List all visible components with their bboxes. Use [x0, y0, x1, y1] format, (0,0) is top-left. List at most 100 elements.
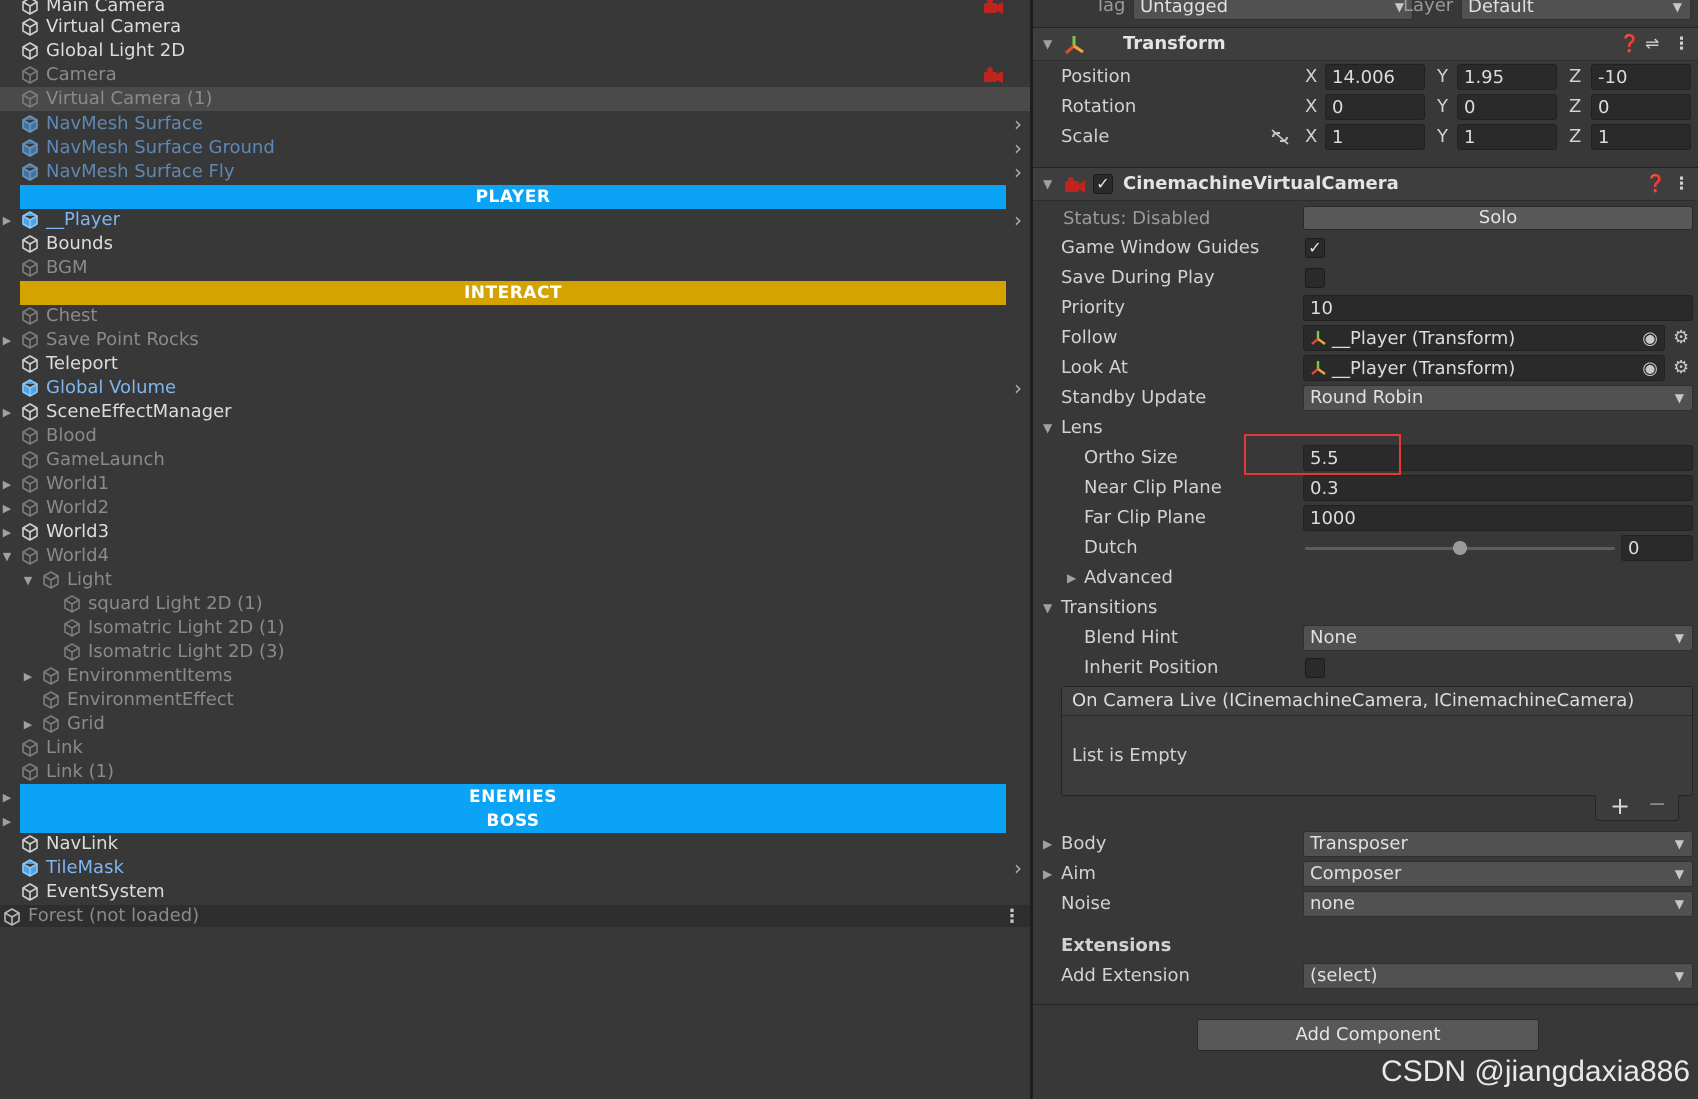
hierarchy-row[interactable]: GameLaunch: [0, 448, 1030, 472]
solo-button[interactable]: Solo: [1303, 206, 1693, 230]
hierarchy-row[interactable]: PLAYER: [0, 185, 1030, 209]
hierarchy-row[interactable]: ▶ World1: [0, 472, 1030, 496]
hierarchy-row[interactable]: Blood: [0, 424, 1030, 448]
hierarchy-row[interactable]: squard Light 2D (1): [0, 592, 1030, 616]
kebab-menu-icon[interactable]: ⋮: [1673, 28, 1690, 60]
rotation-z-field[interactable]: 0: [1591, 94, 1691, 120]
hierarchy-row[interactable]: ▶ ENEMIES: [0, 784, 1030, 810]
follow-object-field[interactable]: __Player (Transform) ◉: [1303, 325, 1665, 351]
foldout-right-icon[interactable]: ▶: [1043, 860, 1052, 888]
standby-dropdown[interactable]: Round Robin ▼: [1303, 385, 1693, 411]
save-during-play-checkbox[interactable]: [1305, 268, 1325, 288]
hierarchy-row[interactable]: NavMesh Surface Ground ›: [0, 136, 1030, 160]
foldout-right-icon[interactable]: ▶: [21, 666, 35, 686]
foldout-right-icon[interactable]: ▶: [0, 210, 14, 230]
add-extension-dropdown[interactable]: (select) ▼: [1303, 963, 1693, 989]
hierarchy-row[interactable]: Virtual Camera (1): [0, 87, 1030, 111]
look-at-object-field[interactable]: __Player (Transform) ◉: [1303, 355, 1665, 381]
transform-header[interactable]: ▼ Transform ❓ ⇌ ⋮: [1033, 27, 1698, 61]
body-dropdown[interactable]: Transposer ▼: [1303, 831, 1693, 857]
gear-icon[interactable]: ⚙: [1673, 324, 1689, 352]
hierarchy-row[interactable]: Camera: [0, 63, 1030, 87]
foldout-down-icon[interactable]: ▼: [0, 546, 14, 566]
tag-dropdown[interactable]: Untagged ▼: [1133, 0, 1413, 20]
far-clip-field[interactable]: 1000: [1303, 505, 1693, 531]
help-icon[interactable]: ❓: [1619, 28, 1640, 60]
hierarchy-row[interactable]: ▶ Grid: [0, 712, 1030, 736]
hierarchy-row[interactable]: Link (1): [0, 760, 1030, 784]
add-component-button[interactable]: Add Component: [1197, 1019, 1539, 1051]
object-picker-icon[interactable]: ◉: [1642, 326, 1658, 350]
hierarchy-row[interactable]: EnvironmentEffect: [0, 688, 1030, 712]
position-x-field[interactable]: 14.006: [1325, 64, 1425, 90]
hierarchy-row[interactable]: ▶ BOSS: [0, 809, 1030, 833]
scale-y-field[interactable]: 1: [1457, 124, 1557, 150]
chevron-right-icon[interactable]: ›: [1010, 856, 1026, 880]
hierarchy-row[interactable]: EventSystem: [0, 880, 1030, 904]
foldout-right-icon[interactable]: ▶: [1043, 830, 1052, 858]
game-window-guides-checkbox[interactable]: ✓: [1305, 238, 1325, 258]
foldout-right-icon[interactable]: ▶: [1067, 564, 1076, 592]
hierarchy-row[interactable]: ▶ SceneEffectManager: [0, 400, 1030, 424]
hierarchy-row[interactable]: NavMesh Surface ›: [0, 112, 1030, 136]
hierarchy-row[interactable]: Chest: [0, 304, 1030, 328]
hierarchy-row[interactable]: ▶ __Player ›: [0, 208, 1030, 232]
foldout-right-icon[interactable]: ▶: [0, 402, 14, 422]
hierarchy-row[interactable]: NavLink: [0, 832, 1030, 856]
hierarchy-row[interactable]: Global Light 2D: [0, 39, 1030, 63]
rotation-y-field[interactable]: 0: [1457, 94, 1557, 120]
noise-dropdown[interactable]: none ▼: [1303, 891, 1693, 917]
hierarchy-row[interactable]: BGM: [0, 256, 1030, 280]
help-icon[interactable]: ❓: [1645, 168, 1666, 200]
scale-x-field[interactable]: 1: [1325, 124, 1425, 150]
object-picker-icon[interactable]: ◉: [1642, 356, 1658, 380]
foldout-down-icon[interactable]: ▼: [1043, 414, 1052, 442]
hierarchy-row[interactable]: Global Volume ›: [0, 376, 1030, 400]
hierarchy-row[interactable]: Bounds: [0, 232, 1030, 256]
transitions-foldout[interactable]: ▼ Transitions: [1033, 594, 1698, 622]
vcam-enabled-checkbox[interactable]: ✓: [1093, 174, 1113, 194]
hierarchy-row[interactable]: NavMesh Surface Fly ›: [0, 160, 1030, 184]
kebab-menu-icon[interactable]: ⋮: [1003, 905, 1021, 927]
foldout-down-icon[interactable]: ▼: [1043, 28, 1052, 60]
unlink-scale-icon[interactable]: [1269, 128, 1291, 146]
hierarchy-row[interactable]: Link: [0, 736, 1030, 760]
hierarchy-row[interactable]: Forest (not loaded) ⋮: [0, 905, 1030, 927]
priority-field[interactable]: 10: [1303, 295, 1693, 321]
preset-icon[interactable]: ⇌: [1645, 28, 1659, 60]
hierarchy-row[interactable]: Teleport: [0, 352, 1030, 376]
near-clip-field[interactable]: 0.3: [1303, 475, 1693, 501]
hierarchy-row[interactable]: Isomatric Light 2D (1): [0, 616, 1030, 640]
foldout-right-icon[interactable]: ▶: [0, 474, 14, 494]
aim-dropdown[interactable]: Composer ▼: [1303, 861, 1693, 887]
foldout-down-icon[interactable]: ▼: [1043, 594, 1052, 622]
hierarchy-row[interactable]: ▶ World3: [0, 520, 1030, 544]
position-z-field[interactable]: -10: [1591, 64, 1691, 90]
chevron-right-icon[interactable]: ›: [1010, 208, 1026, 232]
hierarchy-row[interactable]: INTERACT: [0, 281, 1030, 305]
layer-dropdown[interactable]: Default ▼: [1461, 0, 1691, 20]
add-event-button[interactable]: +: [1610, 792, 1630, 820]
hierarchy-row[interactable]: TileMask ›: [0, 856, 1030, 880]
kebab-menu-icon[interactable]: ⋮: [1673, 168, 1690, 200]
dutch-field[interactable]: 0: [1621, 535, 1693, 561]
foldout-right-icon[interactable]: ▶: [0, 811, 14, 831]
hierarchy-row[interactable]: ▼ World4: [0, 544, 1030, 568]
vcam-header[interactable]: ▼ ✓ CinemachineVirtualCamera ❓ ⋮: [1033, 167, 1698, 201]
hierarchy-row[interactable]: ▼ Light: [0, 568, 1030, 592]
advanced-foldout[interactable]: ▶ Advanced: [1033, 564, 1698, 592]
gear-icon[interactable]: ⚙: [1673, 354, 1689, 382]
foldout-right-icon[interactable]: ▶: [0, 498, 14, 518]
hierarchy-row[interactable]: ▶ World2: [0, 496, 1030, 520]
chevron-right-icon[interactable]: ›: [1010, 112, 1026, 136]
foldout-right-icon[interactable]: ▶: [0, 787, 14, 807]
chevron-right-icon[interactable]: ›: [1010, 376, 1026, 400]
chevron-right-icon[interactable]: ›: [1010, 160, 1026, 184]
chevron-right-icon[interactable]: ›: [1010, 136, 1026, 160]
foldout-right-icon[interactable]: ▶: [21, 714, 35, 734]
foldout-down-icon[interactable]: ▼: [21, 570, 35, 590]
blend-hint-dropdown[interactable]: None ▼: [1303, 625, 1693, 651]
remove-event-button[interactable]: −: [1648, 792, 1666, 817]
scale-z-field[interactable]: 1: [1591, 124, 1691, 150]
hierarchy-row[interactable]: ▶ Save Point Rocks: [0, 328, 1030, 352]
